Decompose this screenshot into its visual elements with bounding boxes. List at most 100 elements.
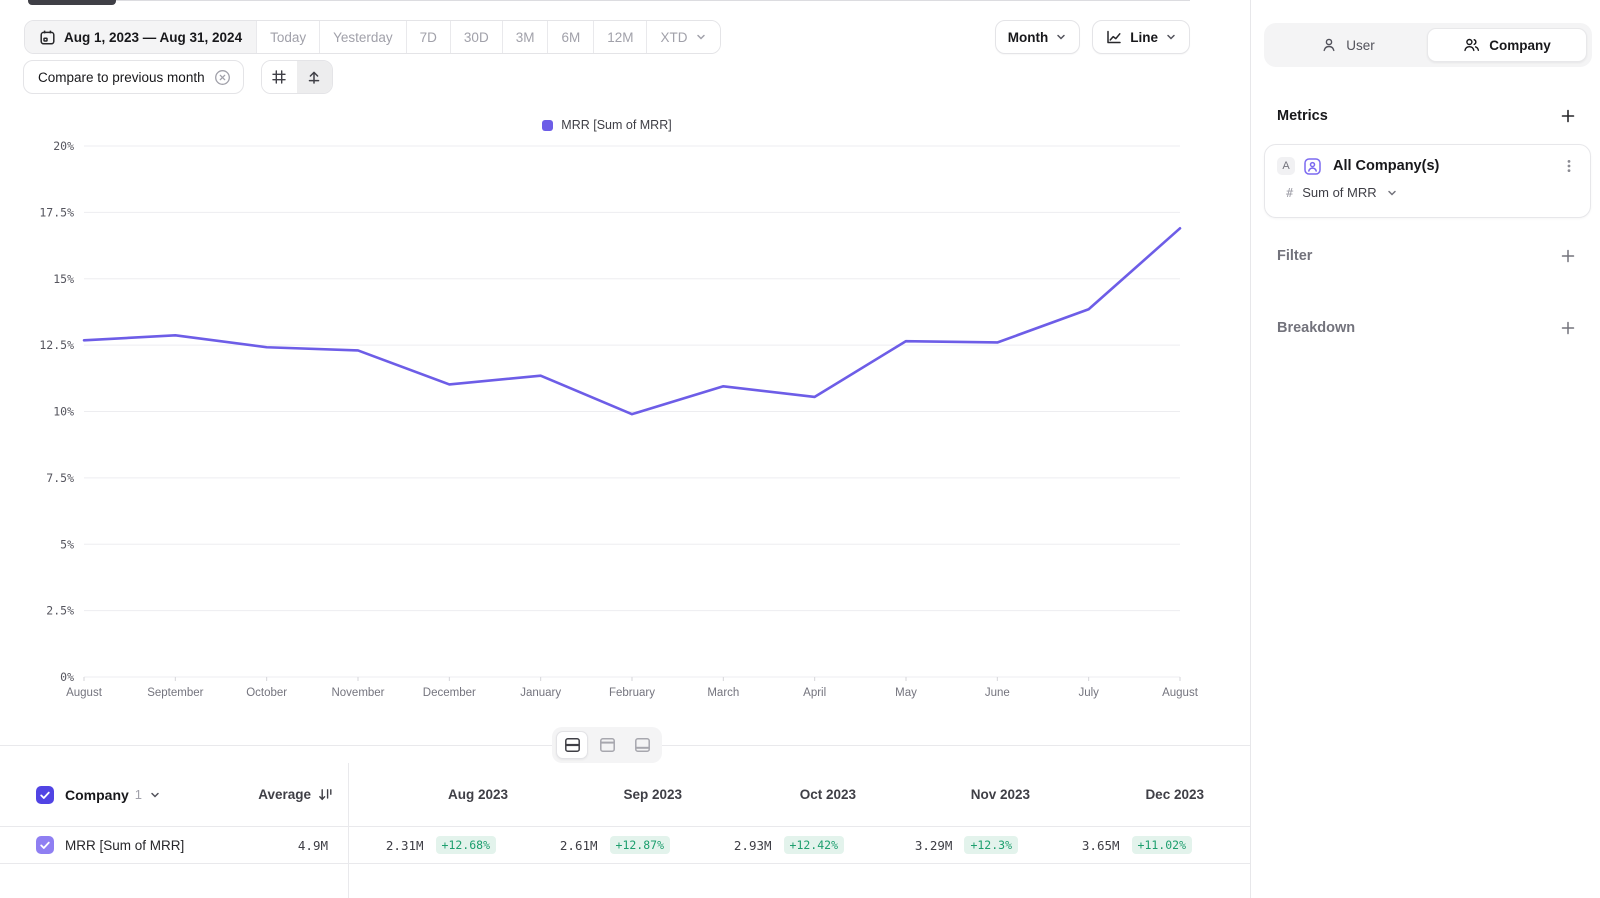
metric-name: All Company(s) xyxy=(1333,158,1439,174)
delta-badge: +12.68% xyxy=(436,836,496,854)
preset-today[interactable]: Today xyxy=(257,21,320,53)
display-options-control xyxy=(261,60,333,94)
svg-text:December: December xyxy=(423,687,476,699)
grid-toggle-button[interactable] xyxy=(262,61,297,93)
top-divider-artifact xyxy=(30,0,1190,1)
svg-text:15%: 15% xyxy=(53,272,74,286)
svg-text:November: November xyxy=(331,687,384,699)
toggle-user[interactable]: User xyxy=(1269,28,1427,62)
add-metric-button[interactable] xyxy=(1558,106,1578,126)
svg-text:June: June xyxy=(985,687,1010,699)
entity-count: 1 xyxy=(135,787,142,802)
cell-value: 2.61M xyxy=(560,838,598,853)
row-checkbox[interactable] xyxy=(36,836,54,854)
remove-compare-icon[interactable] xyxy=(214,69,231,86)
chart-type-dropdown[interactable]: Line xyxy=(1092,20,1190,54)
layout-chart-button[interactable] xyxy=(591,731,623,759)
entity-toggle: User Company xyxy=(1264,23,1592,67)
delta-badge: +12.87% xyxy=(610,836,670,854)
month-column-header[interactable]: Dec 2023 xyxy=(1044,787,1218,802)
layout-table-button[interactable] xyxy=(626,731,658,759)
svg-text:October: October xyxy=(246,687,287,699)
toggle-company-label: Company xyxy=(1489,38,1551,53)
cell-value: 3.65M xyxy=(1082,838,1120,853)
main-panel: Aug 1, 2023 — Aug 31, 2024 Today Yesterd… xyxy=(0,0,1250,898)
month-cell: 2.61M +12.87% xyxy=(522,836,696,854)
svg-text:7.5%: 7.5% xyxy=(46,471,74,485)
preset-12m[interactable]: 12M xyxy=(594,21,647,53)
granularity-label: Month xyxy=(1008,30,1048,45)
preset-6m[interactable]: 6M xyxy=(548,21,594,53)
number-type-icon: # xyxy=(1286,186,1293,200)
grid-icon xyxy=(270,68,288,86)
metric-menu-button[interactable] xyxy=(1560,156,1578,176)
layout-split-button[interactable] xyxy=(556,731,588,759)
month-cell: 3.29M +12.3% xyxy=(870,836,1044,854)
svg-text:20%: 20% xyxy=(53,139,74,153)
svg-text:2.5%: 2.5% xyxy=(46,604,74,618)
month-column-header[interactable]: Aug 2023 xyxy=(348,787,522,802)
toolbar-row-2: Compare to previous month xyxy=(23,60,333,94)
add-filter-button[interactable] xyxy=(1558,246,1578,266)
analytics-app: Aug 1, 2023 — Aug 31, 2024 Today Yesterd… xyxy=(0,0,1600,898)
entity-column-header[interactable]: Company xyxy=(65,787,129,803)
svg-text:February: February xyxy=(609,687,655,699)
svg-text:January: January xyxy=(520,687,561,699)
add-breakdown-button[interactable] xyxy=(1558,318,1578,338)
preset-xtd-dropdown[interactable]: XTD xyxy=(647,21,720,53)
date-range-button[interactable]: Aug 1, 2023 — Aug 31, 2024 xyxy=(25,21,257,53)
average-column-header[interactable]: Average xyxy=(258,787,348,802)
granularity-dropdown[interactable]: Month xyxy=(995,20,1080,54)
table-header-row: Company 1 Average Aug 2023 Sep 2023 Oct … xyxy=(0,763,1250,827)
metric-card-row: A All Company(s) xyxy=(1277,156,1578,176)
preset-30d[interactable]: 30D xyxy=(451,21,503,53)
svg-text:0%: 0% xyxy=(60,670,74,684)
config-sidebar: User Company Metrics A All Company(s) xyxy=(1250,0,1600,898)
delta-badge: +12.3% xyxy=(964,836,1018,854)
month-cell: 2.93M +12.42% xyxy=(696,836,870,854)
sort-descending-icon xyxy=(318,787,333,802)
chevron-down-icon xyxy=(1165,31,1177,43)
toggle-company[interactable]: Company xyxy=(1427,28,1587,62)
preset-xtd-label: XTD xyxy=(660,30,687,45)
month-column-header[interactable]: Sep 2023 xyxy=(522,787,696,802)
breakdown-section: Breakdown xyxy=(1277,318,1578,338)
compare-chip[interactable]: Compare to previous month xyxy=(23,60,244,94)
chart-type-label: Line xyxy=(1130,30,1158,45)
table-header-first-cell: Company 1 Average xyxy=(0,786,348,804)
table-row-first-cell: MRR [Sum of MRR] 4.9M xyxy=(0,836,348,854)
aggregation-selector[interactable]: # Sum of MRR xyxy=(1277,185,1578,200)
month-column-header[interactable]: Nov 2023 xyxy=(870,787,1044,802)
cell-value: 3.29M xyxy=(915,838,953,853)
chevron-down-icon[interactable] xyxy=(149,789,161,801)
preset-yesterday[interactable]: Yesterday xyxy=(320,21,407,53)
metric-letter-badge: A xyxy=(1277,157,1295,175)
mrr-line-chart: 0%2.5%5%7.5%10%12.5%15%17.5%20%AugustSep… xyxy=(0,136,1250,716)
breakdown-title: Breakdown xyxy=(1277,320,1355,336)
toolbar-row-1: Aug 1, 2023 — Aug 31, 2024 Today Yesterd… xyxy=(24,20,1190,54)
preset-3m[interactable]: 3M xyxy=(503,21,549,53)
delta-badge: +12.42% xyxy=(784,836,844,854)
svg-text:July: July xyxy=(1078,687,1099,699)
metric-card[interactable]: A All Company(s) # Sum of MRR xyxy=(1264,144,1591,218)
filter-section: Filter xyxy=(1277,246,1578,266)
month-column-header[interactable]: Oct 2023 xyxy=(696,787,870,802)
metric-row-label: MRR [Sum of MRR] xyxy=(65,838,184,853)
legend-swatch xyxy=(542,120,553,131)
users-icon xyxy=(1463,37,1480,53)
delta-badge: +11.02% xyxy=(1132,836,1192,854)
month-cell: 3.65M +11.02% xyxy=(1044,836,1218,854)
line-chart-icon xyxy=(1105,28,1123,46)
user-icon xyxy=(1321,37,1337,53)
preset-7d[interactable]: 7D xyxy=(407,21,451,53)
select-all-checkbox[interactable] xyxy=(36,786,54,804)
layout-bottom-icon xyxy=(634,737,651,753)
svg-text:5%: 5% xyxy=(60,537,74,551)
month-cell: 2.31M +12.68% xyxy=(348,836,522,854)
cell-value: 2.31M xyxy=(386,838,424,853)
table-row[interactable]: MRR [Sum of MRR] 4.9M 2.31M +12.68% 2.61… xyxy=(0,827,1250,864)
date-range-control: Aug 1, 2023 — Aug 31, 2024 Today Yesterd… xyxy=(24,20,721,54)
annotations-toggle-button[interactable] xyxy=(297,61,332,93)
aggregation-label: Sum of MRR xyxy=(1302,185,1376,200)
svg-text:March: March xyxy=(707,687,739,699)
